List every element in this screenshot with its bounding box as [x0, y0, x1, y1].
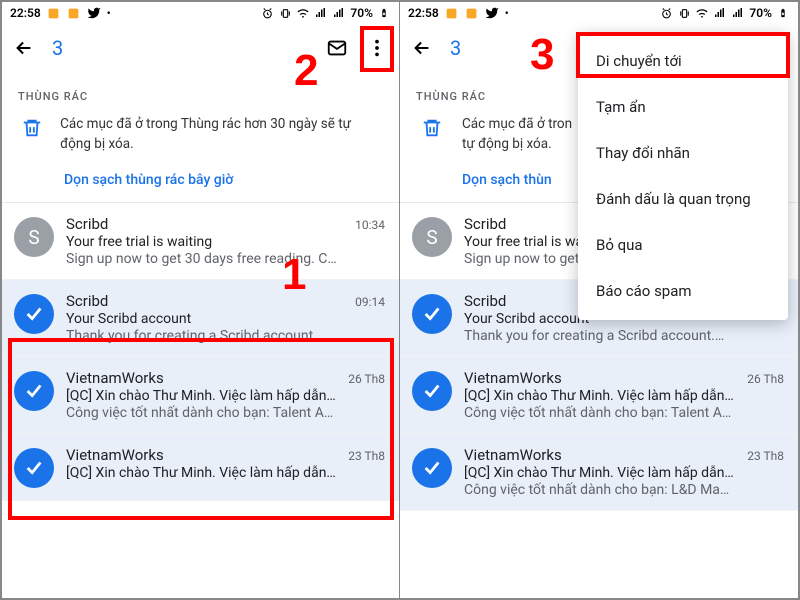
- alarm-icon: [260, 6, 274, 20]
- wifi-icon: [695, 6, 709, 20]
- signal-icon-2: [731, 6, 745, 20]
- email-sender: VietnamWorks: [464, 369, 562, 387]
- email-sender: VietnamWorks: [66, 369, 164, 387]
- email-time: 26 Th8: [348, 372, 385, 386]
- overflow-menu-button[interactable]: [365, 36, 389, 60]
- section-label: THÙNG RÁC: [2, 72, 399, 109]
- email-subject: [QC] Xin chào Thư Minh. Việc làm hấp dẫn…: [464, 388, 784, 404]
- twitter-icon: [87, 6, 101, 20]
- email-time: 23 Th8: [747, 449, 784, 463]
- email-snippet: Sign up now to get 30 days free reading.…: [66, 251, 385, 267]
- check-avatar: [412, 371, 452, 411]
- right-screenshot: 22:58 •: [400, 2, 798, 598]
- email-time: 26 Th8: [747, 372, 784, 386]
- email-row[interactable]: S Scribd 10:34 Your free trial is waitin…: [2, 203, 399, 280]
- email-sender: Scribd: [66, 292, 108, 310]
- annotation-number-3: 3: [530, 30, 554, 80]
- avatar: S: [412, 217, 452, 257]
- check-avatar: [14, 448, 54, 488]
- trash-notice-text: Các mục đã ở trontự động bị xóa.: [462, 115, 572, 154]
- signal-icon-2: [332, 6, 346, 20]
- email-snippet: Công việc tốt nhất dành cho bạn: Talent …: [464, 405, 784, 421]
- battery-icon: [776, 6, 790, 20]
- back-button[interactable]: [12, 36, 36, 60]
- status-time: 22:58: [408, 6, 439, 20]
- signal-icon: [713, 6, 727, 20]
- trash-notice: Các mục đã ở trong Thùng rác hơn 30 ngày…: [2, 109, 399, 158]
- status-bar: 22:58 •: [400, 2, 798, 24]
- email-subject: [QC] Xin chào Thư Minh. Việc làm hấp dẫn…: [66, 388, 385, 404]
- menu-snooze[interactable]: Tạm ẩn: [578, 84, 788, 130]
- battery-icon: [377, 6, 391, 20]
- check-avatar: [14, 294, 54, 334]
- email-snippet: Thank you for creating a Scribd account.…: [66, 328, 385, 344]
- trash-notice-text: Các mục đã ở trong Thùng rác hơn 30 ngày…: [60, 115, 383, 154]
- vibrate-icon: [278, 6, 292, 20]
- status-time: 22:58: [10, 6, 41, 20]
- status-battery: 70%: [749, 6, 772, 20]
- email-time: 10:34: [355, 218, 385, 232]
- menu-move-to[interactable]: Di chuyển tới: [578, 38, 788, 84]
- vibrate-icon: [677, 6, 691, 20]
- email-snippet: Công việc tốt nhất dành cho bạn: L&D Ma…: [464, 482, 784, 498]
- empty-trash-link[interactable]: Dọn sạch thùng rác bây giờ: [2, 158, 399, 203]
- left-screenshot: 22:58 •: [2, 2, 400, 598]
- avatar: S: [14, 217, 54, 257]
- menu-change-label[interactable]: Thay đổi nhãn: [578, 130, 788, 176]
- menu-report-spam[interactable]: Báo cáo spam: [578, 268, 788, 314]
- menu-mark-important[interactable]: Đánh dấu là quan trọng: [578, 176, 788, 222]
- email-subject: [QC] Xin chào Thư Minh. Việc làm hấp dẫn…: [66, 465, 385, 481]
- app-icon-1: [445, 6, 459, 20]
- email-sender: Scribd: [464, 292, 506, 310]
- trash-icon: [421, 117, 443, 143]
- selection-count: 3: [52, 36, 63, 60]
- overflow-menu: Di chuyển tới Tạm ẩn Thay đổi nhãn Đánh …: [578, 32, 788, 320]
- app-icon-1: [47, 6, 61, 20]
- signal-icon: [314, 6, 328, 20]
- trash-icon: [21, 117, 43, 143]
- app-icon-2: [67, 6, 81, 20]
- email-row[interactable]: VietnamWorks 26 Th8 [QC] Xin chào Thư Mi…: [400, 357, 798, 434]
- email-snippet: Thank you for creating a Scribd account.…: [464, 328, 784, 344]
- email-time: 09:14: [355, 295, 385, 309]
- email-row[interactable]: Scribd 09:14 Your Scribd account Thank y…: [2, 280, 399, 357]
- email-sender: Scribd: [464, 215, 506, 233]
- email-row[interactable]: VietnamWorks 26 Th8 [QC] Xin chào Thư Mi…: [2, 357, 399, 434]
- email-time: 23 Th8: [348, 449, 385, 463]
- email-subject: Your Scribd account: [66, 311, 385, 327]
- annotation-number-1: 1: [282, 250, 306, 300]
- status-battery: 70%: [350, 6, 373, 20]
- email-row[interactable]: VietnamWorks 23 Th8 [QC] Xin chào Thư Mi…: [2, 434, 399, 501]
- check-avatar: [412, 448, 452, 488]
- status-more: •: [107, 7, 111, 20]
- email-sender: Scribd: [66, 215, 108, 233]
- selection-count: 3: [450, 36, 461, 60]
- email-subject: [QC] Xin chào Thư Minh. Việc làm hấp dẫn…: [464, 465, 784, 481]
- email-sender: VietnamWorks: [464, 446, 562, 464]
- twitter-icon: [485, 6, 499, 20]
- alarm-icon: [659, 6, 673, 20]
- email-subject: Your free trial is waiting: [66, 234, 385, 250]
- status-bar: 22:58 •: [2, 2, 399, 24]
- email-row[interactable]: VietnamWorks 23 Th8 [QC] Xin chào Thư Mi…: [400, 434, 798, 511]
- check-avatar: [14, 371, 54, 411]
- mail-icon[interactable]: [325, 36, 349, 60]
- status-more: •: [505, 7, 509, 20]
- check-avatar: [412, 294, 452, 334]
- toolbar: 3: [2, 24, 399, 72]
- back-button[interactable]: [410, 36, 434, 60]
- email-snippet: Công việc tốt nhất dành cho bạn: Talent …: [66, 405, 385, 421]
- wifi-icon: [296, 6, 310, 20]
- menu-mute[interactable]: Bỏ qua: [578, 222, 788, 268]
- annotation-number-2: 2: [294, 46, 318, 96]
- app-icon-2: [465, 6, 479, 20]
- email-sender: VietnamWorks: [66, 446, 164, 464]
